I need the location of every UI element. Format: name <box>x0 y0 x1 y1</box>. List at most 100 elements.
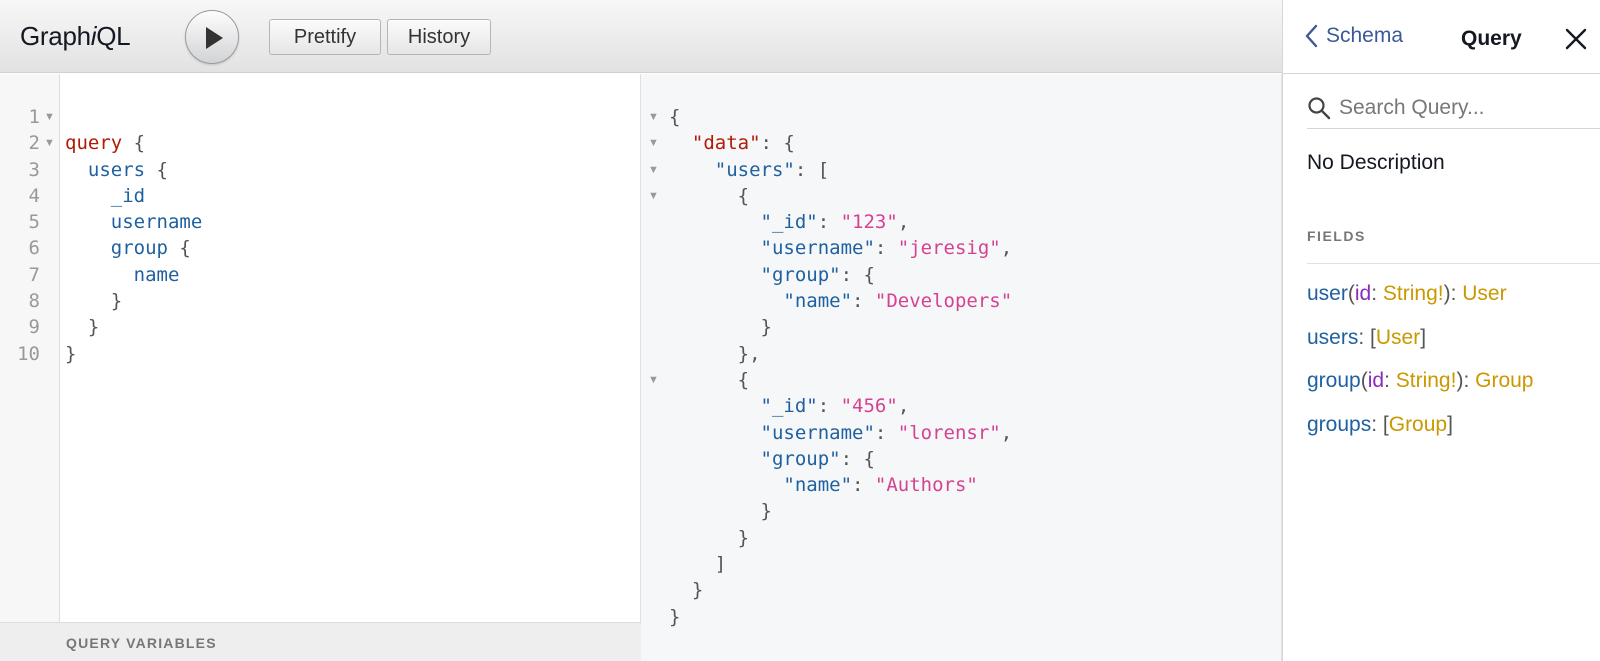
field-item-users: users: [User] <box>1307 326 1534 370</box>
result-token: : { <box>840 263 875 286</box>
code-line: group { <box>65 235 202 261</box>
result-line: "username": "jeresig", <box>669 235 1013 261</box>
result-token: "lorensr" <box>897 421 1001 444</box>
result-token: "data" <box>691 132 761 155</box>
punctuation-token: } <box>65 342 77 365</box>
app-title-part: Graph <box>20 21 91 51</box>
field-punctuation: : <box>1384 369 1396 392</box>
result-token: } <box>760 500 772 523</box>
query-editor[interactable]: 1 2 3 4 5 6 7 8 9 10 ▼ ▼ query { users { _id user… <box>0 74 641 661</box>
result-token: "456" <box>840 395 898 418</box>
result-line: } <box>669 314 1012 340</box>
close-icon[interactable] <box>1565 28 1587 50</box>
code-line: } <box>65 288 202 314</box>
line-number: 8 <box>28 290 40 313</box>
field-name-link[interactable]: groups <box>1307 413 1371 436</box>
return-type-link[interactable]: Group <box>1475 369 1533 392</box>
result-line: "group": { <box>669 446 1012 472</box>
line-number: 7 <box>28 263 40 286</box>
code-line: _id <box>65 183 202 209</box>
field-name-link[interactable]: users <box>1307 326 1358 349</box>
fold-arrow-icon[interactable]: ▼ <box>44 104 56 130</box>
field-name-link[interactable]: user <box>1307 282 1348 305</box>
argument-type-link[interactable]: String! <box>1383 282 1444 305</box>
result-line: } <box>669 498 1012 524</box>
search-input[interactable] <box>1339 95 1589 120</box>
fold-arrow-icon[interactable]: ▼ <box>648 367 660 393</box>
line-numbers: 1 2 3 4 5 6 7 8 9 10 <box>0 104 40 367</box>
back-label: Schema <box>1326 24 1404 47</box>
fields-list: user(id: String!): User users: [User] grou… <box>1307 282 1534 456</box>
punctuation-token: } <box>87 316 100 339</box>
result-token: "Authors" <box>874 474 978 497</box>
result-line: { <box>669 367 1012 393</box>
code-line: name <box>65 262 202 288</box>
line-number: 9 <box>28 316 40 339</box>
punctuation-token: { <box>145 158 168 181</box>
field-punctuation: : <box>1371 282 1383 305</box>
fold-arrow-icon[interactable]: ▼ <box>648 157 660 183</box>
editor-gutter: 1 2 3 4 5 6 7 8 9 10 ▼ ▼ <box>0 74 60 622</box>
code-line: query { <box>65 130 202 156</box>
result-line: "username": "lorensr", <box>669 420 1013 446</box>
doc-search <box>1307 87 1600 129</box>
result-token: , <box>1000 237 1013 260</box>
code-line: users { <box>65 157 202 183</box>
fold-arrow-icon[interactable]: ▼ <box>648 183 660 209</box>
chevron-left-icon <box>1305 24 1318 48</box>
search-icon <box>1308 96 1331 119</box>
field-token: _id <box>110 184 146 207</box>
result-token: "jeresig" <box>897 237 1001 260</box>
query-code[interactable]: query { users { _id username group { nam… <box>65 104 202 446</box>
result-token: : <box>817 211 841 234</box>
line-number: 3 <box>28 158 40 181</box>
result-token: : { <box>840 447 875 470</box>
return-type-link[interactable]: Group <box>1389 413 1447 436</box>
type-description: No Description <box>1307 151 1445 174</box>
result-token: "group" <box>760 447 841 470</box>
result-code: { "data": { "users": [ { "_id": "123", "… <box>669 104 1012 630</box>
result-line: } <box>669 525 1012 551</box>
field-punctuation: : <box>1371 412 1383 436</box>
punctuation-token: } <box>110 290 123 313</box>
return-type-link[interactable]: User <box>1462 282 1506 305</box>
result-token: "group" <box>760 263 841 286</box>
result-token: : <box>852 290 875 313</box>
code-line: username <box>65 209 203 235</box>
query-variables-label: QUERY VARIABLES <box>66 635 217 651</box>
argument-type-link[interactable]: String! <box>1396 369 1457 392</box>
result-token: , <box>897 395 910 418</box>
field-punctuation: : <box>1358 325 1371 349</box>
doc-explorer-header: Schema Query <box>1283 0 1600 74</box>
history-button[interactable]: History <box>387 19 491 55</box>
field-argument: id <box>1354 282 1372 305</box>
query-variables-toggle[interactable]: QUERY VARIABLES <box>0 622 641 661</box>
line-number: 6 <box>28 237 40 260</box>
result-line: ] <box>669 551 1012 577</box>
fold-arrow-icon[interactable]: ▼ <box>648 104 660 130</box>
execute-query-button[interactable] <box>185 10 239 64</box>
result-line: "group": { <box>669 262 1012 288</box>
fold-markers: ▼ ▼ <box>44 104 56 157</box>
line-number: 4 <box>28 184 40 207</box>
result-token: : { <box>760 132 795 155</box>
result-line: { <box>669 104 1012 130</box>
result-token: "Developers" <box>874 290 1013 313</box>
field-name-link[interactable]: group <box>1307 369 1361 392</box>
result-line: } <box>669 604 1012 630</box>
line-number: 10 <box>17 342 40 365</box>
result-token: { <box>737 368 750 391</box>
field-punctuation: ( <box>1347 282 1355 305</box>
app-title-part: QL <box>96 21 131 51</box>
result-token: , <box>897 211 910 234</box>
result-token: }, <box>737 342 761 365</box>
return-type-link[interactable]: User <box>1376 326 1420 349</box>
prettify-button[interactable]: Prettify <box>269 19 381 55</box>
result-token: : <box>852 474 875 497</box>
fold-arrow-icon[interactable]: ▼ <box>44 130 56 156</box>
field-punctuation: ] <box>1420 325 1427 349</box>
fold-arrow-icon[interactable]: ▼ <box>648 130 660 156</box>
back-to-schema-link[interactable]: Schema <box>1305 24 1403 48</box>
result-token: { <box>669 106 681 128</box>
